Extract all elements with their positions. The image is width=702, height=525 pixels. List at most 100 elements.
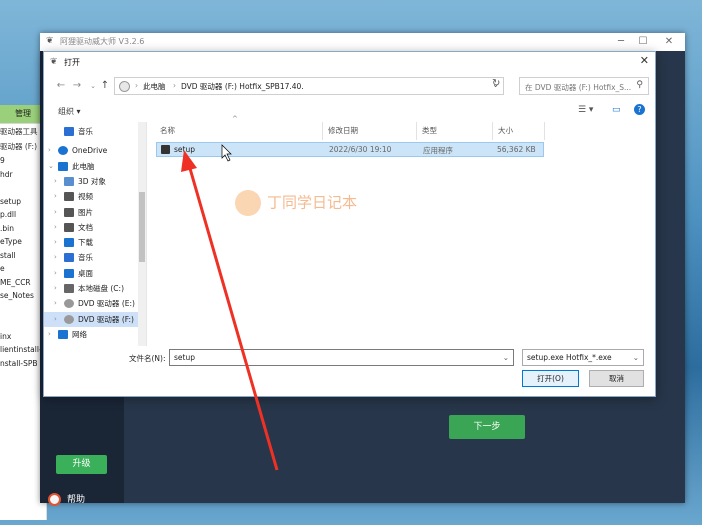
dvd-icon [119,81,130,92]
filetype-select[interactable]: setup.exe Hotfix_*.exe ⌄ [522,349,644,366]
chevron-icon[interactable]: › [54,296,57,311]
nav-item[interactable]: › 下载 [44,235,144,250]
nav-item-label: 图片 [78,207,93,217]
forward-icon[interactable]: → [70,78,84,94]
refresh-icon[interactable]: ↻ [492,78,500,89]
breadcrumb-drive[interactable]: DVD 驱动器 (F:) Hotfix_SPB17.40. [181,81,304,92]
file-list: ^ 名称 修改日期 类型 大小 setup 2022/6/30 19:10 应用… [152,115,652,346]
watermark: 丁同学日记本 [235,190,357,216]
view-options-icon[interactable]: ☰ ▾ [578,105,593,115]
application-icon [161,145,170,154]
cloud-icon [58,146,68,156]
app-logo-icon: ❦ [46,36,54,46]
nav-item[interactable]: › 文档 [44,220,144,235]
nav-item[interactable]: › DVD 驱动器 (F:) [44,311,144,327]
filename-input[interactable]: setup ⌄ [169,349,514,366]
nav-item[interactable]: › 网络 [44,327,144,342]
nav-item-label: 3D 对象 [78,176,106,186]
cancel-button[interactable]: 取消 [589,370,644,387]
nav-item-label: 视频 [78,192,93,202]
help-icon[interactable]: ? [634,104,645,115]
nav-item-label: 音乐 [78,253,93,263]
dialog-close-icon[interactable]: ✕ [640,54,649,67]
nav-item[interactable]: 音乐 [44,124,144,139]
maximize-icon[interactable]: ☐ [632,33,654,51]
filename-dropdown-icon[interactable]: ⌄ [503,353,509,362]
chevron-icon[interactable]: › [48,143,51,158]
nav-item[interactable]: › 桌面 [44,266,144,281]
dvd-icon [64,299,74,309]
preview-pane-icon[interactable]: ▭ [612,105,621,115]
disk-icon [64,284,74,293]
column-size[interactable]: 大小 [498,122,513,140]
nav-item[interactable]: › DVD 驱动器 (E:) [44,296,144,311]
chevron-icon[interactable]: › [54,205,57,220]
column-divider [416,122,417,140]
close-icon[interactable]: ✕ [658,33,680,51]
next-step-button[interactable]: 下一步 [449,415,525,439]
column-name[interactable]: 名称 [160,122,175,140]
chevron-icon[interactable]: › [54,281,57,296]
file-name: setup [174,145,195,154]
chevron-icon[interactable]: › [54,312,57,327]
nav-item-label: 桌面 [78,268,93,278]
nav-item-label: 本地磁盘 (C:) [78,284,124,293]
minimize-icon[interactable]: ─ [610,33,632,51]
nav-item-label: 此电脑 [72,161,95,171]
search-icon: ⚲ [636,80,643,90]
chevron-icon[interactable]: › [54,250,57,265]
dialog-app-icon: ❦ [50,57,58,67]
nav-scrollbar[interactable] [138,122,146,346]
dog-logo-icon [235,190,261,216]
nav-item-label: DVD 驱动器 (F:) [78,314,134,324]
file-date: 2022/6/30 19:10 [329,145,392,154]
nav-item-label: 音乐 [78,127,93,136]
file-row-setup[interactable]: setup 2022/6/30 19:10 应用程序 56,362 KB [156,142,544,157]
chevron-icon[interactable]: ⌄ [48,159,54,174]
navigation-pane: 音乐 › OneDrive ⌄ 此电脑 › 3D 对象 › 视频 › 图片 › 文档 › 下载 › 音乐 › 桌面 ›… [44,122,147,346]
search-input[interactable]: 在 DVD 驱动器 (F:) Hotfix_S... ⚲ [519,77,649,95]
chevron-icon[interactable]: › [54,220,57,235]
dvd-icon [64,314,74,324]
nav-item[interactable]: › 本地磁盘 (C:) [44,281,144,296]
dialog-navbar: ← → ⌄ ↑ › 此电脑 › DVD 驱动器 (F:) Hotfix_SPB1… [44,74,655,98]
nav-item[interactable]: › 视频 [44,189,144,204]
column-type[interactable]: 类型 [422,122,437,140]
upgrade-button[interactable]: 升级 [56,455,107,474]
filetype-value: setup.exe Hotfix_*.exe [527,353,612,362]
help-label: 帮助 [67,495,86,505]
open-button[interactable]: 打开(O) [522,370,579,387]
app-titlebar: ❦ 阿狸驱动威大师 V3.2.6 ─ ☐ ✕ [40,33,685,51]
nav-item[interactable]: › OneDrive [44,143,144,158]
music-icon [64,253,74,263]
nav-item-label: 下载 [78,238,93,248]
watermark-text: 丁同学日记本 [267,193,358,212]
app-title: 阿狸驱动威大师 V3.2.6 [60,37,145,46]
open-file-dialog: ❦ 打开 ✕ ← → ⌄ ↑ › 此电脑 › DVD 驱动器 (F:) Hotf… [43,51,656,397]
chevron-icon[interactable]: › [54,174,57,189]
chevron-icon[interactable]: › [48,327,51,342]
filename-label: 文件名(N): [129,354,166,363]
help-button[interactable]: 帮助 [48,492,85,506]
chevron-icon[interactable]: › [54,189,57,204]
nav-item[interactable]: › 3D 对象 [44,174,144,189]
nav-item-label: OneDrive [72,146,108,156]
nav-item[interactable]: › 音乐 [44,250,144,265]
download-icon [64,238,74,248]
back-icon[interactable]: ← [54,78,68,94]
breadcrumb-this-pc[interactable]: 此电脑 [143,81,166,92]
organize-button[interactable]: 组织 ▾ [58,106,81,117]
chevron-icon[interactable]: › [54,266,57,281]
computer-icon [58,161,68,171]
address-bar[interactable]: › 此电脑 › DVD 驱动器 (F:) Hotfix_SPB17.40. ⌄ [114,77,504,95]
nav-item[interactable]: ⌄ 此电脑 [44,159,144,174]
chevron-icon[interactable]: › [54,235,57,250]
scrollbar-thumb[interactable] [139,192,145,262]
music-icon [64,127,74,136]
dialog-toolbar: 组织 ▾ ☰ ▾ ▭ ? [44,100,655,120]
up-icon[interactable]: ↑ [98,78,112,94]
column-date[interactable]: 修改日期 [328,122,358,140]
column-divider [544,122,545,140]
nav-item-label: 文档 [78,222,93,232]
nav-item[interactable]: › 图片 [44,205,144,220]
